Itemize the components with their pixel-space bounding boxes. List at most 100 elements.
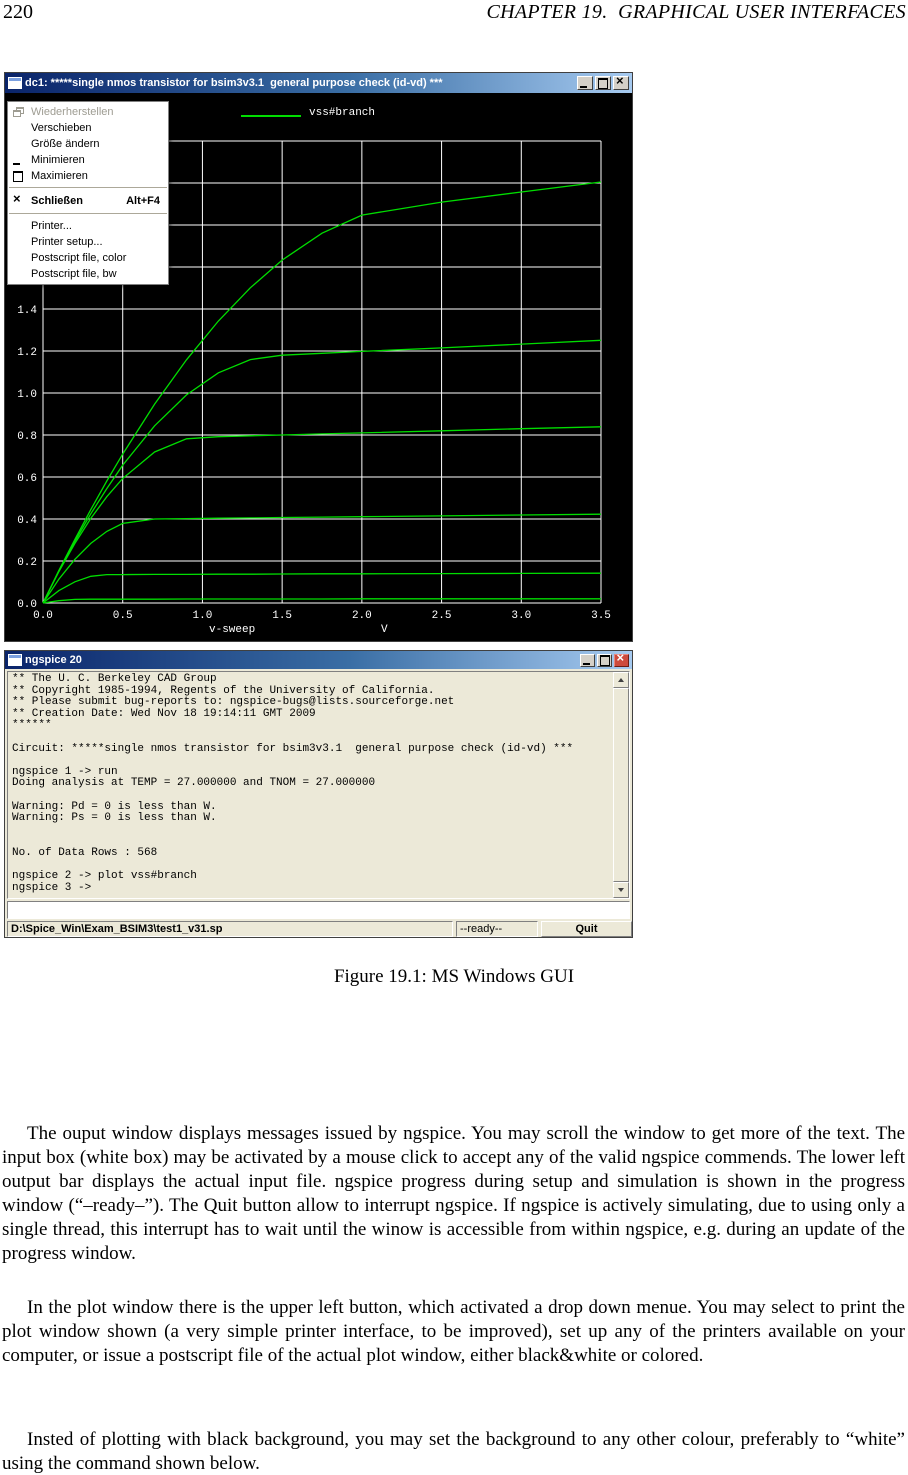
y-tick-label: 0.2 [17, 557, 37, 569]
console-line: ngspice 2 -> plot vss#branch [12, 870, 197, 883]
minimize-icon [582, 655, 594, 665]
system-menu: Wiederherstellen Verschieben Größe ändern M… [7, 101, 169, 285]
body-paragraph: The ouput window displays messages issue… [2, 1123, 905, 1264]
plot-curve-curve5 [42, 339, 602, 604]
maximize-button[interactable] [597, 653, 612, 667]
menu-item-postscript-color[interactable]: Postscript file, color [8, 250, 168, 266]
close-button[interactable] [613, 76, 629, 90]
figure-screenshot: dc1: *****single nmos transistor for bsi… [4, 72, 635, 940]
close-icon [616, 653, 628, 665]
restore-icon [12, 107, 31, 117]
x-axis-unit: V [381, 624, 388, 636]
menu-item-label: Maximieren [31, 170, 88, 182]
y-tick-label: 0.0 [17, 599, 37, 611]
minimize-icon [579, 78, 591, 88]
plot-window: dc1: *****single nmos transistor for bsi… [4, 72, 633, 642]
menu-item-label: Postscript file, color [31, 252, 127, 264]
menu-item-label: Minimieren [31, 154, 85, 166]
menu-item-size[interactable]: Größe ändern [8, 136, 168, 152]
progress-indicator: --ready-- [456, 921, 538, 937]
window-controls [577, 76, 629, 90]
x-tick-label: 0.5 [113, 610, 133, 622]
console-line: Doing analysis at TEMP = 27.000000 and T… [12, 777, 376, 790]
maximize-icon [12, 171, 31, 182]
maximize-icon [599, 655, 611, 666]
menu-item-printer-setup[interactable]: Printer setup... [8, 234, 168, 250]
chapter-header: CHAPTER 19. GRAPHICAL USER INTERFACES [486, 1, 906, 23]
x-tick-label: 1.0 [193, 610, 213, 622]
status-bar: D:\Spice_Win\Exam_BSIM3\test1_v31.sp --r… [7, 921, 632, 937]
plot-curve-curve1 [42, 598, 601, 604]
minimize-button[interactable] [577, 76, 593, 90]
page-number: 220 [3, 1, 33, 23]
y-tick-label: 0.4 [17, 515, 37, 527]
menu-item-label: Printer setup... [31, 236, 103, 248]
figure-caption: Figure 19.1: MS Windows GUI [333, 966, 575, 987]
console-line: ** The U. C. Berkeley CAD Group [12, 673, 217, 685]
menu-item-shortcut: Alt+F4 [126, 195, 160, 207]
console-line: ngspice 3 -> [12, 881, 92, 894]
body-paragraph: In the plot window there is the upper le… [2, 1297, 905, 1366]
arrow-up-icon [618, 678, 624, 682]
menu-separator [9, 187, 167, 189]
menu-item-label: Postscript file, bw [31, 268, 117, 280]
menu-item-restore[interactable]: Wiederherstellen [8, 104, 168, 120]
plot-window-titlebar[interactable]: dc1: *****single nmos transistor for bsi… [5, 73, 632, 93]
console-lines: ** The U. C. Berkeley CAD Group ** Copyri… [12, 673, 611, 894]
document-page: 220 CHAPTER 19. GRAPHICAL USER INTERFACE… [0, 0, 908, 1475]
minimize-button[interactable] [580, 653, 595, 667]
close-button[interactable] [614, 653, 629, 667]
scroll-down-button[interactable] [613, 882, 629, 898]
console-window: ngspice 20 ** The U. C. Berkeley CAD Gro… [4, 650, 633, 938]
menu-item-minimize[interactable]: Minimieren [8, 152, 168, 168]
x-tick-label: 1.5 [272, 610, 292, 622]
quit-button[interactable]: Quit [541, 921, 632, 937]
menu-item-label: Printer... [31, 220, 72, 232]
y-tick-label: 0.8 [17, 431, 37, 443]
x-axis-label: v-sweep [209, 624, 256, 636]
x-tick-label: 0.0 [33, 610, 53, 622]
console-window-icon[interactable] [8, 654, 22, 666]
status-file-path: D:\Spice_Win\Exam_BSIM3\test1_v31.sp [7, 921, 453, 937]
console-input[interactable] [7, 901, 630, 919]
close-icon [615, 76, 627, 88]
menu-item-maximize[interactable]: Maximieren [8, 168, 168, 184]
console-line: ****** [12, 719, 52, 732]
menu-item-label: Größe ändern [31, 138, 100, 150]
x-tick-label: 2.5 [432, 610, 452, 622]
arrow-down-icon [618, 888, 624, 892]
console-line: Warning: Ps = 0 is less than W. [12, 812, 217, 825]
body-paragraph: Insted of plotting with black background… [2, 1429, 905, 1474]
menu-item-close[interactable]: Schließen Alt+F4 [8, 192, 168, 210]
window-controls [580, 653, 629, 667]
scrollbar-thumb[interactable] [613, 688, 629, 882]
menu-item-postscript-bw[interactable]: Postscript file, bw [8, 266, 168, 282]
y-tick-label: 0.6 [17, 473, 37, 485]
console-line: ** Creation Date: Wed Nov 18 19:14:11 GM… [12, 707, 316, 720]
maximize-icon [597, 78, 609, 89]
console-output[interactable]: ** The U. C. Berkeley CAD Group ** Copyri… [7, 671, 630, 899]
x-tick-label: 2.0 [352, 610, 372, 622]
menu-separator [9, 213, 167, 215]
plot-window-title: dc1: *****single nmos transistor for bsi… [25, 77, 443, 89]
y-tick-label: 1.0 [17, 389, 37, 401]
y-tick-label: 1.4 [17, 305, 37, 317]
legend-line [241, 115, 301, 117]
y-tick-label: 1.2 [17, 347, 37, 359]
console-window-title: ngspice 20 [25, 654, 82, 666]
maximize-button[interactable] [595, 76, 611, 90]
menu-item-label: Wiederherstellen [31, 106, 114, 118]
console-line: No. of Data Rows : 568 [12, 846, 158, 859]
console-line: Circuit: *****single nmos transistor for… [12, 742, 574, 755]
menu-item-label: Verschieben [31, 122, 92, 134]
system-menu-icon[interactable] [8, 77, 22, 89]
scroll-up-button[interactable] [613, 672, 629, 688]
console-window-titlebar[interactable]: ngspice 20 [5, 651, 632, 669]
scrollbar[interactable] [613, 672, 629, 898]
menu-item-printer[interactable]: Printer... [8, 218, 168, 234]
menu-item-move[interactable]: Verschieben [8, 120, 168, 136]
